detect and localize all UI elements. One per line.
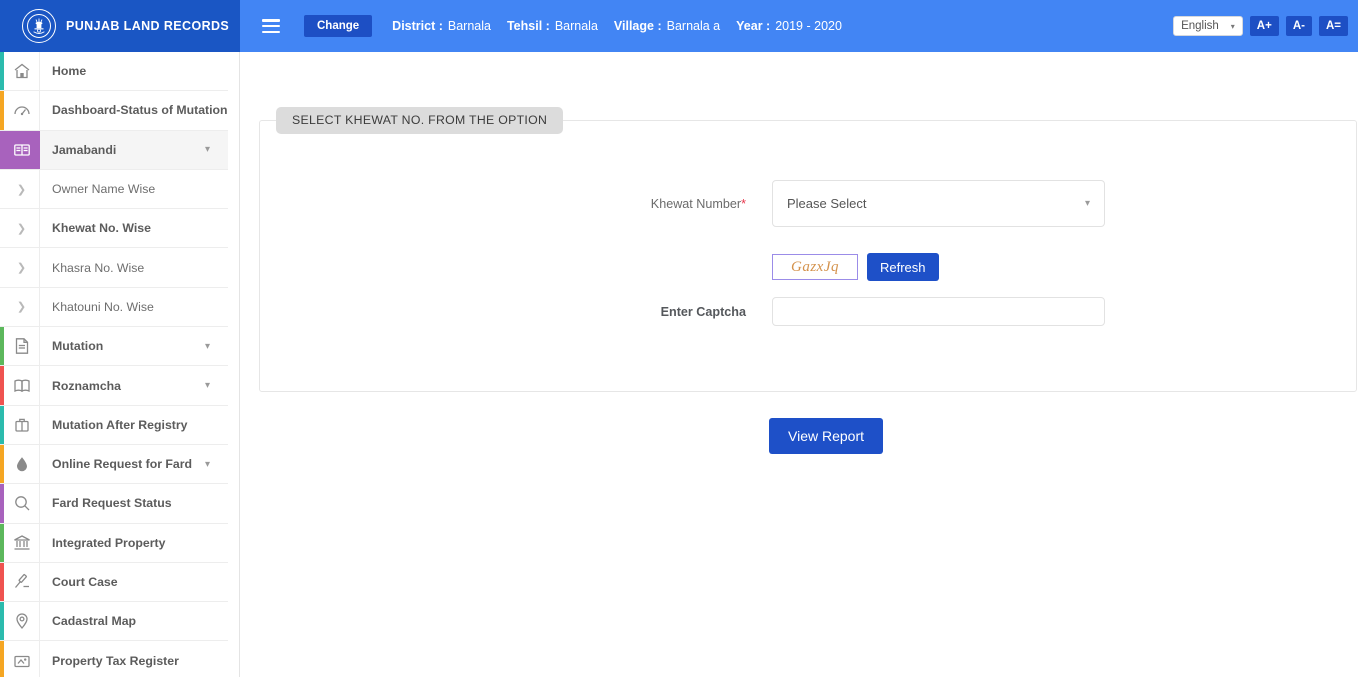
breadcrumb-village-key: Village : (613, 19, 662, 33)
chevron-down-icon: ▾ (204, 380, 210, 392)
chevron-right-icon: ❯ (4, 209, 40, 248)
captcha-refresh-button[interactable]: Refresh (867, 253, 939, 281)
gavel-icon (4, 562, 40, 602)
khewat-form-card: SELECT KHEWAT NO. FROM THE OPTION Khewat… (259, 107, 1357, 454)
sidebar-item-integrated-property[interactable]: Integrated Property (0, 523, 228, 563)
sidebar-item-label: Jamabandi (52, 142, 117, 157)
chevron-down-icon: ▾ (204, 144, 210, 156)
sidebar-item-khasra-no-wise[interactable]: ❯ Khasra No. Wise (0, 248, 228, 288)
chevron-right-icon: ❯ (4, 248, 40, 287)
language-select-value: English (1181, 20, 1219, 32)
chevron-down-icon: ▾ (1230, 21, 1235, 31)
sidebar-item-label: Dashboard-Status of Mutations (52, 103, 228, 118)
sidebar-nav-list: Home Dashboard-Status of Mutations Jamaban… (0, 52, 228, 677)
required-marker: * (741, 196, 746, 211)
font-decrease-button[interactable]: A- (1285, 16, 1312, 36)
sidebar-item-home[interactable]: Home (0, 52, 228, 92)
sidebar-item-label: Khewat No. Wise (52, 221, 151, 236)
search-icon (4, 484, 40, 523)
sidebar-item-label: Cadastral Map (52, 614, 137, 629)
bank-icon (4, 523, 40, 562)
brand-area: PUNJAB LAND RECORDS (0, 0, 240, 52)
sidebar-item-jamabandi[interactable]: Jamabandi ▾ (0, 130, 228, 170)
font-increase-button[interactable]: A+ (1249, 16, 1279, 36)
national-emblem-icon (22, 9, 56, 43)
sidebar-item-property-tax-register[interactable]: Property Tax Register (0, 641, 228, 677)
sidebar-item-label: Khasra No. Wise (52, 260, 145, 275)
captcha-image-row: GazxJq Refresh (522, 253, 939, 281)
sidebar-item-dashboard-status-of-mutations[interactable]: Dashboard-Status of Mutations (0, 91, 228, 131)
book-icon (4, 366, 40, 405)
records-book-icon (4, 130, 40, 169)
sidebar-item-label: Court Case (52, 575, 118, 589)
breadcrumb-district-value: Barnala (447, 19, 491, 33)
sidebar-item-label: Home (52, 64, 87, 79)
chevron-down-icon: ▾ (204, 340, 210, 352)
change-location-button[interactable]: Change (304, 15, 373, 37)
breadcrumb: District : Barnala Tehsil : Barnala Vill… (392, 19, 842, 33)
breadcrumb-year-key: Year : (736, 19, 771, 33)
breadcrumb-village-value: Barnala a (666, 19, 721, 33)
top-header: PUNJAB LAND RECORDS Change District : Ba… (0, 0, 1358, 52)
map-pin-icon (4, 602, 40, 641)
dashboard-icon (4, 91, 40, 130)
sidebar-item-label: Mutation (52, 339, 104, 354)
chevron-right-icon: ❯ (4, 287, 40, 327)
sidebar-item-fard-request-status[interactable]: Fard Request Status (0, 484, 228, 524)
breadcrumb-year-value: 2019 - 2020 (775, 19, 842, 33)
water-drop-icon (4, 444, 40, 484)
sidebar-item-mutation[interactable]: Mutation ▾ (0, 327, 228, 367)
sidebar-item-label: Fard Request Status (52, 496, 172, 511)
sidebar-item-label: Online Request for Fard (52, 457, 193, 472)
sidebar-item-label: Mutation After Registry (52, 417, 188, 432)
briefcase-icon (4, 405, 40, 444)
sidebar-item-online-request-for-fard[interactable]: Online Request for Fard ▾ (0, 444, 228, 485)
sidebar-item-court-case[interactable]: Court Case (0, 562, 228, 603)
view-report-button[interactable]: View Report (769, 418, 884, 454)
property-tax-icon (4, 641, 40, 677)
home-icon (4, 52, 40, 91)
breadcrumb-tehsil-key: Tehsil : (506, 19, 550, 33)
sidebar-item-label: Owner Name Wise (52, 182, 156, 197)
khewat-number-label: Khewat Number* (650, 196, 746, 211)
sidebar-item-label: Integrated Property (52, 535, 166, 550)
breadcrumb-tehsil-value: Barnala (554, 19, 598, 33)
khewat-number-select-value: Please Select (787, 196, 867, 211)
sidebar-item-cadastral-map[interactable]: Cadastral Map (0, 602, 228, 642)
sidebar-item-label: Property Tax Register (52, 653, 179, 668)
khewat-number-select[interactable]: Please Select ▾ (772, 180, 1105, 227)
captcha-input-row: Enter Captcha (522, 297, 1105, 326)
captcha-image: GazxJq (772, 254, 858, 280)
hamburger-menu-icon[interactable] (262, 19, 280, 33)
card-legend: SELECT KHEWAT NO. FROM THE OPTION (276, 107, 564, 134)
sidebar-item-owner-name-wise[interactable]: ❯ Owner Name Wise (0, 169, 228, 210)
sidebar-item-khatouni-no-wise[interactable]: ❯ Khatouni No. Wise (0, 287, 228, 328)
sidebar-item-roznamcha[interactable]: Roznamcha ▾ (0, 366, 228, 406)
font-reset-button[interactable]: A= (1318, 16, 1348, 36)
brand-title: PUNJAB LAND RECORDS (66, 19, 230, 33)
chevron-right-icon: ❯ (4, 169, 40, 209)
header-controls: English ▾ A+ A- A= (1173, 16, 1348, 36)
captcha-input-label: Enter Captcha (660, 304, 746, 319)
captcha-input[interactable] (772, 297, 1105, 326)
main-content: SELECT KHEWAT NO. FROM THE OPTION Khewat… (241, 52, 1358, 677)
khewat-number-row: Khewat Number* Please Select ▾ (522, 180, 1105, 227)
document-icon (4, 327, 40, 366)
chevron-down-icon: ▾ (204, 458, 210, 470)
chevron-down-icon: ▾ (1084, 198, 1090, 209)
sidebar-item-label: Roznamcha (52, 378, 122, 393)
sidebar-item-label: Khatouni No. Wise (52, 299, 154, 314)
sidebar-item-khewat-no-wise[interactable]: ❯ Khewat No. Wise (0, 209, 228, 249)
language-select[interactable]: English ▾ (1173, 16, 1243, 36)
sidebar: Home Dashboard-Status of Mutations Jamaban… (0, 52, 240, 677)
breadcrumb-district-key: District : (392, 19, 443, 33)
sidebar-item-mutation-after-registry[interactable]: Mutation After Registry (0, 405, 228, 445)
